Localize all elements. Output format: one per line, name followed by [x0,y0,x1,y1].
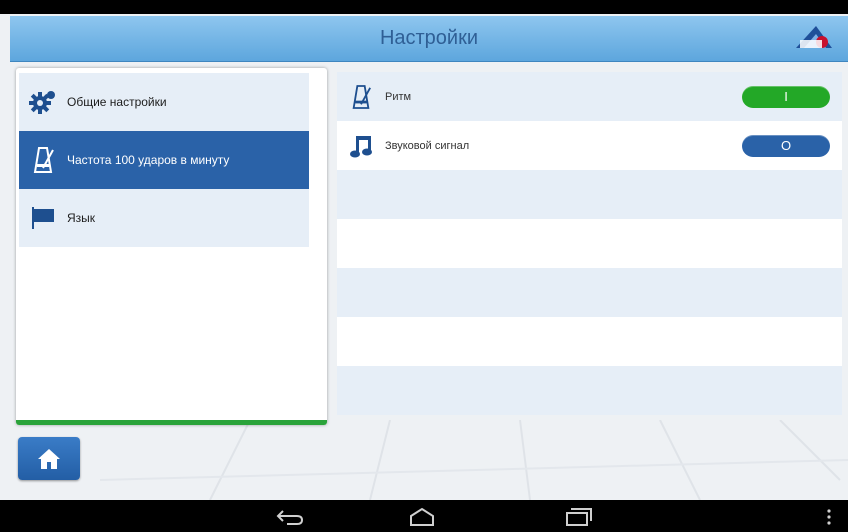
gear-icon [27,87,59,117]
home-button[interactable] [18,437,80,480]
system-nav-bar [0,500,848,532]
empty-row [337,170,842,219]
page-title: Настройки [379,27,479,49]
nav-home-button[interactable] [402,505,442,529]
app-window: Настройки Общие настройки Частота 100 уд… [0,0,848,500]
sound-signal-toggle[interactable]: O [742,134,830,157]
menu-item-label: Частота 100 ударов в минуту [67,153,230,167]
setting-row-sound-signal: Звуковой сигнал O [337,121,842,170]
empty-row [337,219,842,268]
brand-logo [796,26,832,48]
menu-item-general-settings[interactable]: Общие настройки [19,73,309,131]
empty-row [337,268,842,317]
music-note-icon [341,121,381,170]
metronome-icon [341,72,381,121]
setting-row-rhythm: Ритм I [337,72,842,121]
title-bar: Настройки [10,16,848,62]
menu-item-label: Язык [67,211,96,225]
recent-apps-icon [566,508,592,526]
home-icon [38,448,60,469]
menu-item-language[interactable]: Язык [19,189,309,247]
background-decoration [99,420,848,500]
empty-row [337,366,842,415]
nav-home-icon [410,507,434,526]
overflow-menu-icon [827,509,831,525]
overflow-menu-button[interactable] [814,505,844,529]
settings-menu-panel: Общие настройки Частота 100 ударов в мин… [16,68,327,425]
setting-label: Звуковой сигнал [385,139,470,152]
menu-item-frequency[interactable]: Частота 100 ударов в минуту [19,131,309,189]
metronome-icon [27,145,59,175]
flag-icon [27,203,59,233]
setting-label: Ритм [385,90,412,103]
menu-item-label: Общие настройки [67,95,167,109]
panel-accent-bar [16,420,327,425]
nav-recent-apps-button[interactable] [558,505,598,529]
nav-back-button[interactable] [270,505,310,529]
back-icon [276,510,304,525]
empty-row [337,317,842,366]
rhythm-toggle[interactable]: I [742,85,830,108]
settings-detail-panel: Ритм I Звуковой сигнал O [337,72,842,417]
status-strip [0,0,848,14]
